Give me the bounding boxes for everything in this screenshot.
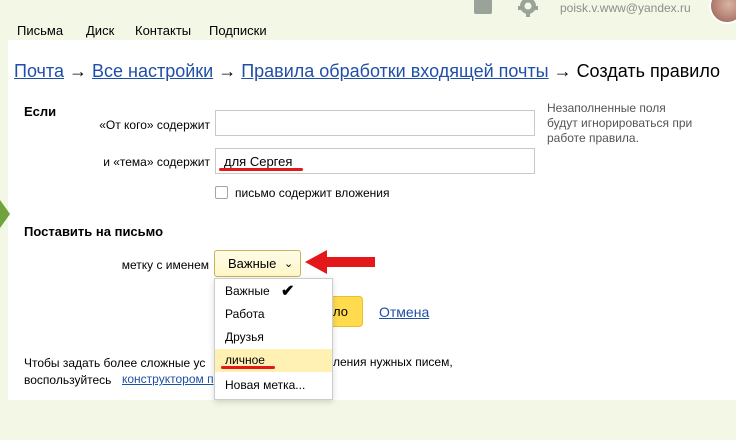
nav-item-disk[interactable]: Диск xyxy=(86,23,114,38)
nav-item-mail[interactable]: Письма xyxy=(17,23,63,38)
subject-label: и «тема» содержит xyxy=(103,155,210,169)
label-select-value: Важные xyxy=(228,256,277,271)
action-section-title: Поставить на письмо xyxy=(24,224,164,239)
breadcrumb: Почта → Все настройки → Правила обработки вх… xyxy=(14,61,720,82)
red-annotation-underline xyxy=(221,366,275,369)
footer-text-line1-right: ления нужных писем, xyxy=(333,355,453,369)
breadcrumb-separator: → xyxy=(68,61,87,81)
breadcrumb-mail-link[interactable]: Почта xyxy=(14,61,64,81)
label-name-label: метку с именем xyxy=(121,258,209,272)
from-input[interactable] xyxy=(215,110,535,136)
page-title: Создать правило xyxy=(576,61,721,81)
account-email[interactable]: poisk.v.www@yandex.ru xyxy=(560,1,691,15)
gear-icon[interactable] xyxy=(516,0,540,18)
dropdown-option-label: Важные xyxy=(225,284,270,298)
create-rule-button[interactable]: ло xyxy=(333,296,363,327)
rule-constructor-link[interactable]: конструктором п xyxy=(122,372,214,386)
dropdown-option-label: Друзья xyxy=(225,330,264,344)
nav-item-contacts[interactable]: Контакты xyxy=(135,23,191,38)
if-section-title: Если xyxy=(24,104,57,119)
dropdown-option-new-label[interactable]: Новая метка... xyxy=(215,374,332,397)
red-annotation-arrow xyxy=(305,250,375,274)
nav-item-subscriptions[interactable]: Подписки xyxy=(209,23,267,38)
breadcrumb-separator: → xyxy=(218,61,237,81)
dropdown-option-label: личное xyxy=(225,353,265,367)
label-dropdown-menu: Важные ✔ Работа Друзья личное Новая метк… xyxy=(214,278,333,400)
sidebar-toggle-arrow-icon[interactable] xyxy=(0,200,10,228)
dropdown-option-label: Новая метка... xyxy=(225,378,306,392)
breadcrumb-rules-link[interactable]: Правила обработки входящей почты xyxy=(241,61,548,81)
dropdown-option-friends[interactable]: Друзья xyxy=(215,326,332,349)
footer-text-line1-left: Чтобы задать более сложные ус xyxy=(24,356,206,370)
dropdown-option-work[interactable]: Работа xyxy=(215,303,332,326)
cancel-link[interactable]: Отмена xyxy=(379,304,429,320)
dropdown-option-important[interactable]: Важные ✔ xyxy=(215,280,332,303)
attachments-label: письмо содержит вложения xyxy=(235,186,390,200)
empty-fields-hint: Незаполненные поля будут игнорироваться … xyxy=(547,101,693,145)
bottom-bar xyxy=(0,400,736,440)
book-icon[interactable] xyxy=(474,0,492,14)
create-rule-button-label: ло xyxy=(333,304,348,319)
red-annotation-underline xyxy=(219,168,303,171)
checkmark-icon: ✔ xyxy=(281,283,295,300)
breadcrumb-separator: → xyxy=(553,61,572,81)
label-select[interactable]: Важные ⌄ xyxy=(214,250,301,277)
from-label: «От кого» содержит xyxy=(99,118,210,132)
chevron-down-icon: ⌄ xyxy=(284,258,294,270)
breadcrumb-settings-link[interactable]: Все настройки xyxy=(92,61,213,81)
attachments-checkbox[interactable] xyxy=(215,186,228,199)
dropdown-option-label: Работа xyxy=(225,307,265,321)
